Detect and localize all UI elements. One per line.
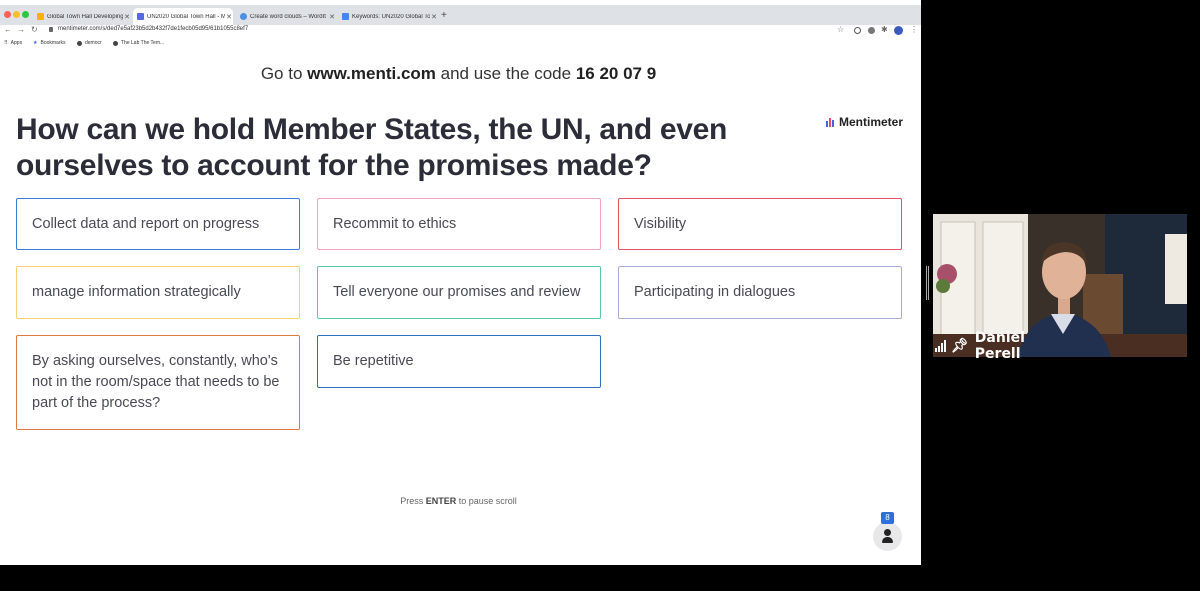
speaker-label: 📌︎ Daniel Perell xyxy=(933,330,1073,362)
join-code: 16 20 07 9 xyxy=(575,64,657,83)
puzzle-icon[interactable]: ✱ xyxy=(881,25,888,34)
back-icon[interactable]: ← xyxy=(4,25,12,34)
docs-icon xyxy=(342,13,349,20)
lock-icon xyxy=(49,27,53,32)
panel-resize-handle[interactable] xyxy=(926,266,929,300)
join-url: www.menti.com xyxy=(307,64,436,83)
response-card: Recommit to ethics xyxy=(317,198,601,250)
bookmark-bookmarks[interactable]: ★ Bookmarks xyxy=(33,40,66,46)
join-instructions: Go to www.menti.com and use the code 16 … xyxy=(260,64,657,83)
response-card: Collect data and report on progress xyxy=(16,198,300,250)
response-card: manage information strategically xyxy=(16,266,300,319)
close-tab-icon[interactable]: ✕ xyxy=(430,13,438,21)
tab-keywords[interactable]: Keywords: UN2020 Global Tow ✕ xyxy=(338,8,438,25)
address-bar: ← → ↻ mentimeter.com/s/ded7e5af23b5d2b43… xyxy=(0,25,921,38)
tab-label: Keywords: UN2020 Global Tow xyxy=(352,13,430,20)
new-tab-icon[interactable]: + xyxy=(441,10,447,21)
star-icon: ★ xyxy=(33,40,38,46)
close-tab-icon[interactable]: ✕ xyxy=(328,13,336,21)
bookmark-democr[interactable]: democr xyxy=(77,40,102,46)
minimize-window-icon[interactable] xyxy=(13,11,20,18)
mentimeter-icon xyxy=(137,13,144,20)
mentimeter-logo: Mentimeter xyxy=(826,115,903,129)
pin-icon[interactable]: 📌︎ xyxy=(951,338,969,354)
url-field[interactable]: mentimeter.com/s/ded7e5af23b5d2b432f7de1… xyxy=(58,26,248,32)
participant-count-badge: 8 xyxy=(881,512,894,524)
pause-hint: Press ENTER to pause scroll xyxy=(400,496,517,506)
tab-label: UN2020 Global Town Hall - Me xyxy=(147,13,225,20)
extension-icon[interactable] xyxy=(868,27,875,34)
response-card: By asking ourselves, constantly, who's n… xyxy=(16,335,300,430)
response-card: Tell everyone our promises and review xyxy=(317,266,601,319)
close-window-icon[interactable] xyxy=(4,11,11,18)
profile-avatar[interactable] xyxy=(894,26,903,35)
tab-label: Create word clouds – WordIt Ou xyxy=(250,13,328,20)
signal-strength-icon xyxy=(935,340,947,352)
close-tab-icon[interactable]: ✕ xyxy=(225,13,233,21)
speaker-name: Daniel Perell xyxy=(974,330,1025,362)
tab-mentimeter[interactable]: UN2020 Global Town Hall - Me ✕ xyxy=(133,8,233,25)
slides-icon xyxy=(37,13,44,20)
person-icon xyxy=(884,529,891,536)
extension-icon[interactable] xyxy=(854,27,861,34)
bookmark-star-icon[interactable]: ☆ xyxy=(837,25,844,34)
mentimeter-bars-icon xyxy=(826,117,835,127)
reload-icon[interactable]: ↻ xyxy=(31,25,38,34)
response-card: Be repetitive xyxy=(317,335,601,388)
globe-icon xyxy=(77,40,82,46)
globe-icon xyxy=(113,40,118,46)
wordit-icon xyxy=(240,13,247,20)
bookmarks-bar: ⠿ Apps ★ Bookmarks democr The Lab The Tem.… xyxy=(0,38,921,49)
forward-icon[interactable]: → xyxy=(17,25,25,34)
participants-button[interactable] xyxy=(873,522,902,551)
browser-window: Global Town Hall Developing a ✕ UN2020 G… xyxy=(0,0,921,565)
apps-grid-icon: ⠿ xyxy=(4,40,8,46)
tab-wordclouds[interactable]: Create word clouds – WordIt Ou ✕ xyxy=(236,8,336,25)
response-card: Visibility xyxy=(618,198,902,250)
tab-bar: Global Town Hall Developing a ✕ UN2020 G… xyxy=(0,5,921,25)
menu-icon[interactable]: ⋮ xyxy=(910,25,918,34)
tab-label: Global Town Hall Developing a xyxy=(47,13,123,20)
response-card: Participating in dialogues xyxy=(618,266,902,319)
close-tab-icon[interactable]: ✕ xyxy=(123,13,131,21)
bookmark-apps[interactable]: ⠿ Apps xyxy=(4,40,22,46)
bookmark-the-lab[interactable]: The Lab The Tem... xyxy=(113,40,164,46)
question-heading: How can we hold Member States, the UN, a… xyxy=(16,113,728,182)
presentation-slide: Go to www.menti.com and use the code 16 … xyxy=(0,50,917,565)
maximize-window-icon[interactable] xyxy=(22,11,29,18)
tab-global-town-hall[interactable]: Global Town Hall Developing a ✕ xyxy=(33,8,131,25)
